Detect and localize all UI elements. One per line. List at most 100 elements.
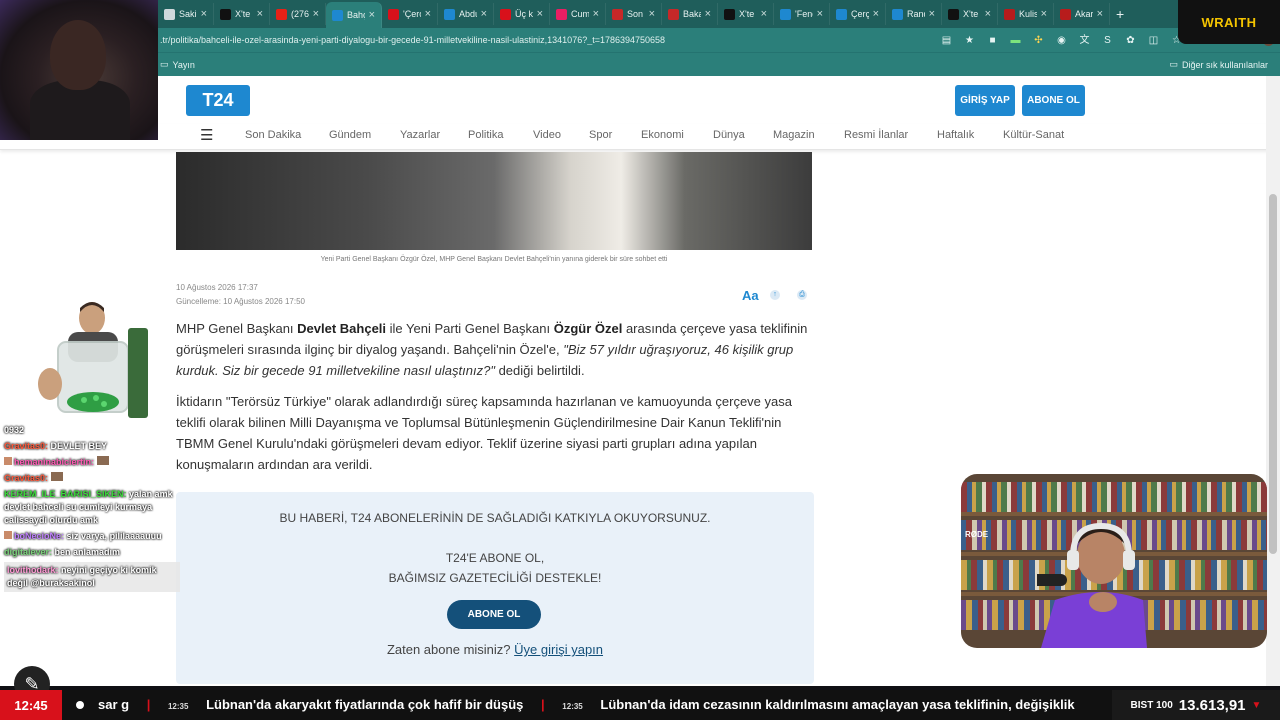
mascot-illustration <box>38 302 148 418</box>
youtube-icon <box>276 8 287 20</box>
chat-overlay: 0932 Gravitas0: DEVLET BEY hemaninabicie… <box>4 424 180 640</box>
browser-tab[interactable]: Sakin × <box>158 3 214 25</box>
close-tab-icon[interactable]: × <box>425 8 431 20</box>
close-tab-icon[interactable]: × <box>985 8 991 20</box>
browser-tab[interactable]: Çerçe × <box>830 3 886 25</box>
ticker-item: Lübnan'da idam cezasının kaldırılmasını … <box>600 697 1075 712</box>
close-tab-icon[interactable]: × <box>313 8 319 20</box>
browser-tab-label: 'Fenc <box>795 9 813 19</box>
nav-item[interactable]: Haftalık <box>937 129 974 141</box>
page-scrollbar[interactable] <box>1266 76 1280 686</box>
hamburger-menu-icon[interactable]: ☰ <box>200 128 216 143</box>
browser-tab[interactable]: Bakan × <box>662 3 718 25</box>
browser-tab[interactable]: X'te il × <box>718 3 774 25</box>
browser-tab[interactable]: Akar × <box>1054 3 1110 25</box>
ticker-time: 12:35 <box>562 702 583 711</box>
browser-tab-label: (276) <box>291 9 309 19</box>
extension-icon[interactable]: ◉ <box>1056 35 1067 46</box>
close-tab-icon[interactable]: × <box>873 8 879 20</box>
nav-item[interactable]: Magazin <box>773 129 815 141</box>
split-screen-icon[interactable]: ◫ <box>1148 35 1159 46</box>
close-tab-icon[interactable]: × <box>369 9 375 21</box>
browser-tab[interactable]: Kulis × <box>998 3 1054 25</box>
bookmark-star-icon[interactable]: ★ <box>964 35 975 46</box>
extension-icon[interactable]: ✣ <box>1033 35 1044 46</box>
font-size-tool[interactable]: Aa <box>742 288 759 303</box>
ticker-line: sar g | 12:35 Lübnan'da akaryakıt fiyatl… <box>98 697 1075 712</box>
close-tab-icon[interactable]: × <box>649 8 655 20</box>
close-tab-icon[interactable]: × <box>761 8 767 20</box>
nav-item[interactable]: Resmi İlanlar <box>844 129 908 141</box>
nav-item[interactable]: Spor <box>589 129 612 141</box>
nav-item[interactable]: Ekonomi <box>641 129 684 141</box>
close-tab-icon[interactable]: × <box>929 8 935 20</box>
browser-tab[interactable]: Son d × <box>606 3 662 25</box>
browser-tab[interactable]: X'te il × <box>942 3 998 25</box>
chat-message: boNecioNe: siz varya, pililaaaauuu <box>4 530 180 543</box>
close-tab-icon[interactable]: × <box>817 8 823 20</box>
browser-tab[interactable]: X'te l × <box>214 3 270 25</box>
close-tab-icon[interactable]: × <box>705 8 711 20</box>
url-field[interactable]: .tr/politika/bahceli-ile-ozel-arasinda-y… <box>160 35 935 45</box>
browser-tab[interactable]: 'Fenc × <box>774 3 830 25</box>
chat-message: hemaninabiciertin: <box>4 456 180 469</box>
user-badge-icon <box>4 457 12 465</box>
browser-tab[interactable]: Üç ki × <box>494 3 550 25</box>
chat-message: 0932 <box>4 425 25 435</box>
close-tab-icon[interactable]: × <box>257 8 263 20</box>
extension-icon[interactable]: ■ <box>987 35 998 46</box>
nav-item[interactable]: Yazarlar <box>400 129 440 141</box>
user-badge-icon <box>4 531 12 539</box>
bookshelf <box>961 482 1267 512</box>
news-icon <box>388 8 399 20</box>
nav-item[interactable]: Son Dakika <box>245 129 301 141</box>
subscribe-cta-button[interactable]: ABONE OL <box>447 600 541 629</box>
browser-tab[interactable]: 'Çerç × <box>382 3 438 25</box>
close-tab-icon[interactable]: × <box>1041 8 1047 20</box>
publish-date: 10 Ağustos 2026 17:37 <box>176 283 258 292</box>
browser-tab-label: Randı <box>907 9 925 19</box>
browser-tab[interactable]: Randı × <box>886 3 942 25</box>
bookmark-item[interactable]: Yayın <box>173 60 195 70</box>
nav-item[interactable]: Dünya <box>713 129 745 141</box>
browser-tab-label: Bakan <box>683 9 701 19</box>
extension-icon[interactable]: S <box>1102 35 1113 46</box>
close-tab-icon[interactable]: × <box>537 8 543 20</box>
member-login-link[interactable]: Üye girişi yapın <box>514 642 603 657</box>
reader-mode-icon[interactable]: ▤ <box>941 35 952 46</box>
subscription-cta-line: BAĞIMSIZ GAZETECİLİĞİ DESTEKLE! <box>388 571 602 585</box>
extension-icon[interactable]: ▬ <box>1010 35 1021 46</box>
close-tab-icon[interactable]: × <box>593 8 599 20</box>
article-paragraph-2: İktidarın "Terörsüz Türkiye" olarak adla… <box>176 394 792 472</box>
puzzle-icon[interactable]: ✿ <box>1125 35 1136 46</box>
new-tab-button[interactable]: + <box>1110 3 1130 25</box>
translate-icon[interactable]: 文 <box>1079 35 1090 46</box>
subscription-box: BU HABERİ, T24 ABONELERİNİN DE SAĞLADIĞI… <box>176 492 814 684</box>
close-tab-icon[interactable]: × <box>201 8 207 20</box>
browser-tab[interactable]: Bahç × <box>326 2 382 28</box>
browser-tab-label: X'te il <box>739 9 757 19</box>
site-logo[interactable]: T24 <box>186 85 250 116</box>
nav-item[interactable]: Politika <box>468 129 503 141</box>
nav-item[interactable]: Kültür-Sanat <box>1003 129 1064 141</box>
nav-item[interactable]: Gündem <box>329 129 371 141</box>
ticker-time: 12:35 <box>167 702 189 711</box>
browser-tab[interactable]: (276) × <box>270 3 326 25</box>
address-bar: .tr/politika/bahceli-ile-ozel-arasinda-y… <box>158 28 1280 52</box>
ticker-item: Lübnan'da akaryakıt fiyatlarında çok haf… <box>206 697 524 712</box>
browser-tab-bar: Sakin×X'te l×(276)×Bahç×'Çerç×Abdu×Üç ki… <box>158 0 1280 28</box>
browser-tab-label: Cumh <box>571 9 589 19</box>
nav-item[interactable]: Video <box>533 129 561 141</box>
scrollbar-thumb[interactable] <box>1269 194 1277 554</box>
other-bookmarks[interactable]: Diğer sık kullanılanlar <box>1182 60 1268 70</box>
close-tab-icon[interactable]: × <box>1097 8 1103 20</box>
x-icon <box>724 8 735 20</box>
subscribe-button[interactable]: ABONE OL <box>1022 85 1085 116</box>
browser-tab[interactable]: Cumh × <box>550 3 606 25</box>
login-button[interactable]: GİRİŞ YAP <box>955 85 1015 116</box>
share-icon[interactable]: ↑ <box>770 290 780 300</box>
browser-tab[interactable]: Abdu × <box>438 3 494 25</box>
close-tab-icon[interactable]: × <box>481 8 487 20</box>
print-icon[interactable]: ⎙ <box>797 290 807 300</box>
emote-icon <box>50 472 63 481</box>
